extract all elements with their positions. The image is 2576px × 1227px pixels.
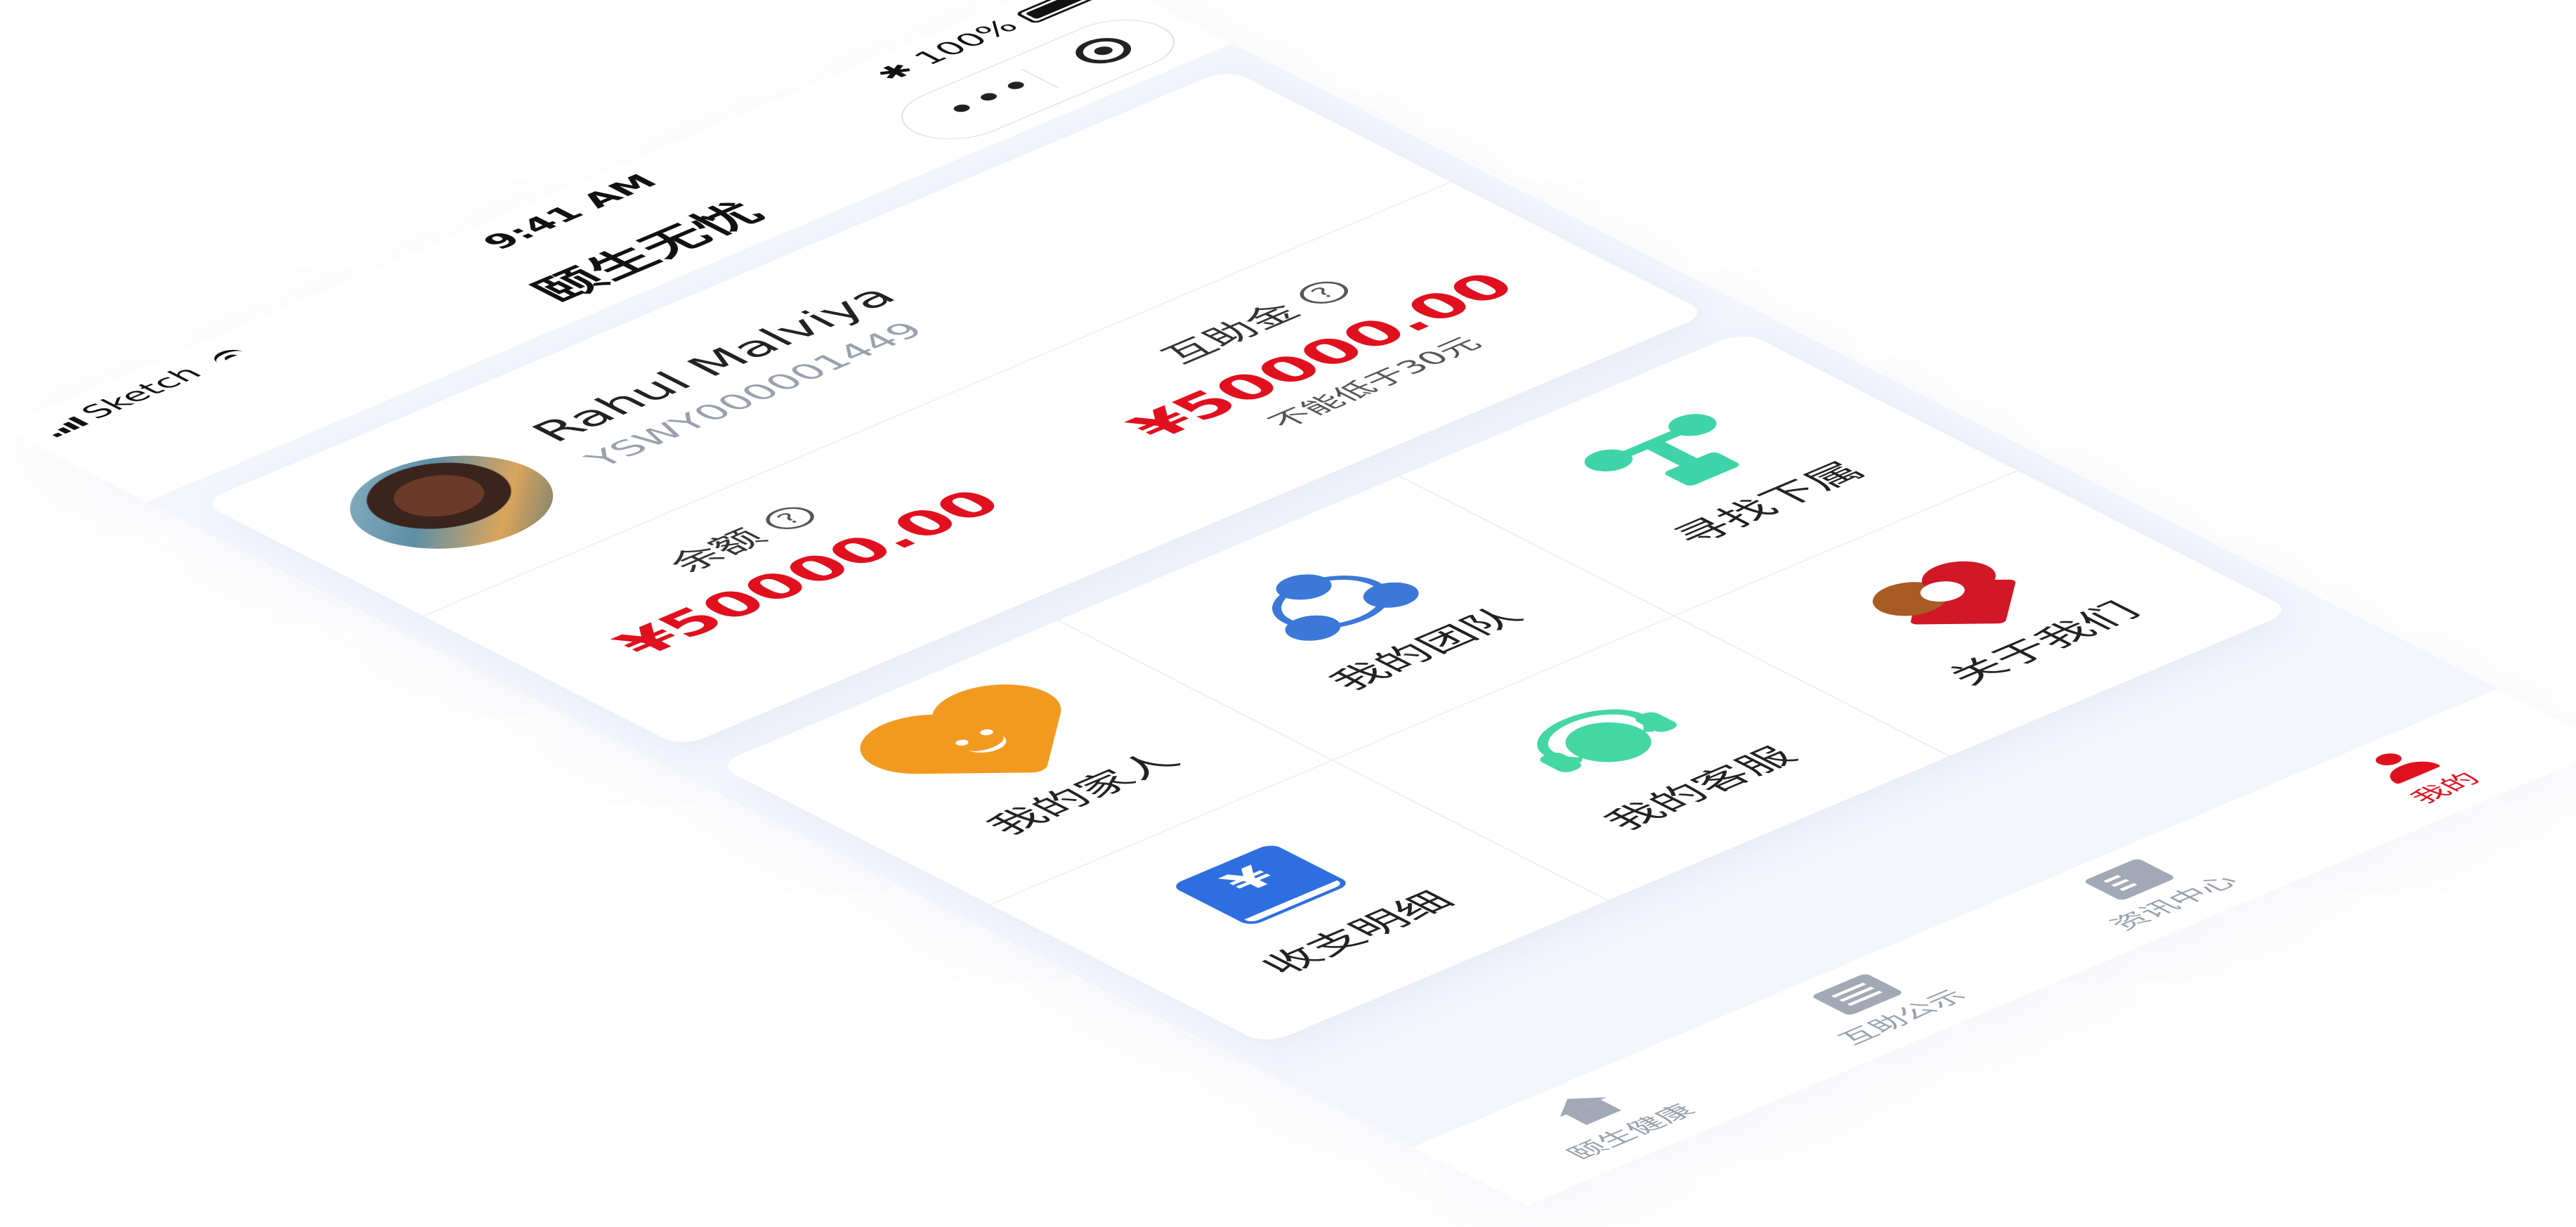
target-circle-icon[interactable] — [1064, 32, 1143, 69]
question-icon[interactable]: ? — [755, 502, 823, 534]
question-icon[interactable]: ? — [1289, 277, 1357, 309]
avatar[interactable] — [308, 436, 594, 569]
phone-screen: Sketch 9:41 AM ✱ 100% 颐生无忧 ••• Rahul Mal… — [0, 0, 2576, 1206]
more-dots-icon[interactable]: ••• — [931, 70, 1052, 125]
isometric-stage: Sketch 9:41 AM ✱ 100% 颐生无忧 ••• Rahul Mal… — [0, 0, 2576, 1227]
